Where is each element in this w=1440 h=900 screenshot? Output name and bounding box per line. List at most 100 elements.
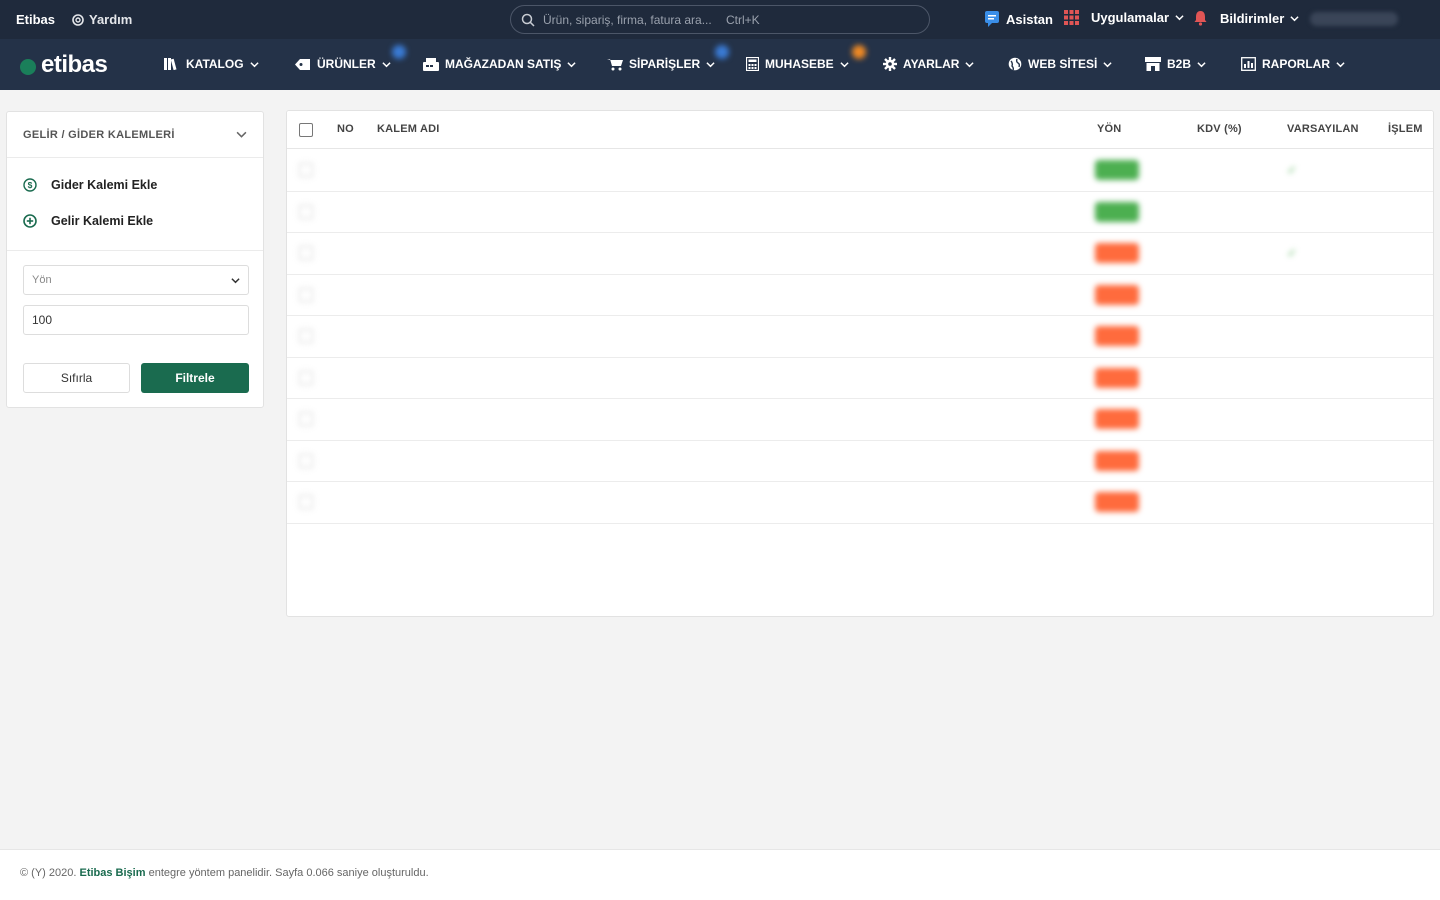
nav-label: ÜRÜNLER: [317, 57, 376, 71]
nav-label: MUHASEBE: [765, 57, 834, 71]
nav-label: SİPARİŞLER: [629, 57, 701, 71]
page-footer: © (Y) 2020. Etibas Bişim entegre yöntem …: [0, 849, 1440, 900]
grid-icon: [1064, 10, 1079, 25]
notifications-menu[interactable]: Bildirimler: [1193, 10, 1299, 26]
orders-badge: [715, 45, 729, 59]
reset-button[interactable]: Sıfırla: [23, 363, 130, 393]
row-checkbox[interactable]: [299, 329, 313, 343]
row-checkbox[interactable]: [299, 370, 313, 385]
brand-link[interactable]: Etibas: [16, 12, 55, 27]
panel-header[interactable]: GELİR / GİDER KALEMLERİ: [7, 112, 263, 158]
table-row[interactable]: [287, 358, 1433, 399]
report-icon: [1241, 57, 1256, 71]
global-search[interactable]: Ctrl+K: [510, 5, 930, 34]
store-icon: [1145, 57, 1161, 71]
footer-suffix: entegre yöntem panelidir. Sayfa 0.066 sa…: [148, 867, 429, 879]
table-row[interactable]: [287, 192, 1433, 233]
nav-store-sales[interactable]: MAĞAZADAN SATIŞ: [423, 57, 577, 71]
table-row[interactable]: [287, 441, 1433, 482]
direction-placeholder: Yön: [32, 274, 52, 286]
row-checkbox[interactable]: [299, 246, 313, 260]
table-header: NO KALEM ADI YÖN KDV (%) VARSAYILAN İŞLE…: [287, 111, 1433, 149]
table-row[interactable]: [287, 316, 1433, 358]
direction-badge: [1095, 450, 1139, 471]
chevron-down-icon: [249, 61, 259, 67]
filter-button[interactable]: Filtrele: [141, 363, 249, 393]
nav-b2b[interactable]: B2B: [1145, 57, 1206, 71]
table-row[interactable]: [287, 482, 1433, 524]
accounting-badge: [852, 45, 866, 59]
logo[interactable]: etibas: [20, 51, 108, 79]
nav-products[interactable]: ÜRÜNLER: [294, 57, 391, 71]
assistant-label: Asistan: [1006, 11, 1053, 27]
search-input[interactable]: [543, 12, 718, 27]
col-action[interactable]: İŞLEM: [1388, 123, 1423, 135]
col-default[interactable]: VARSAYILAN: [1287, 123, 1359, 135]
nav-website[interactable]: WEB SİTESİ: [1008, 57, 1112, 71]
direction-badge: [1095, 326, 1139, 346]
chevron-down-icon: [1197, 61, 1206, 67]
products-badge: [392, 45, 406, 59]
plus-circle-icon: [23, 214, 37, 228]
main-nav: etibas KATALOG ÜRÜNLER MAĞAZADAN SATIŞ S…: [0, 39, 1440, 90]
nav-reports[interactable]: RAPORLAR: [1241, 57, 1345, 71]
nav-label: RAPORLAR: [1262, 57, 1330, 71]
nav-label: WEB SİTESİ: [1028, 57, 1098, 71]
footer-prefix: © (Y) 2020.: [20, 867, 77, 879]
user-menu[interactable]: [1310, 12, 1398, 26]
row-checkbox[interactable]: [299, 495, 313, 509]
chevron-down-icon: [1336, 61, 1345, 67]
tag-icon: [295, 58, 310, 70]
apps-label: Uygulamalar: [1091, 10, 1170, 25]
chevron-down-icon: [231, 277, 240, 283]
calculator-icon: [746, 57, 759, 71]
direction-badge: [1095, 492, 1139, 512]
table-row[interactable]: [287, 275, 1433, 316]
chevron-down-icon: [567, 61, 577, 67]
col-no[interactable]: NO: [337, 123, 354, 135]
chevron-down-icon: [1290, 15, 1299, 21]
direction-badge: [1095, 160, 1139, 180]
table-row[interactable]: [287, 399, 1433, 441]
table-row[interactable]: ✓: [287, 233, 1433, 275]
top-bar: Etibas Yardım Ctrl+K Asistan Uygulamalar…: [0, 0, 1440, 39]
svg-text:$: $: [28, 180, 33, 190]
row-checkbox[interactable]: [299, 287, 313, 302]
nav-orders[interactable]: SİPARİŞLER: [607, 57, 715, 71]
filter-panel: GELİR / GİDER KALEMLERİ $ Gider Kalemi E…: [6, 111, 264, 408]
assistant-button[interactable]: Asistan: [984, 10, 1053, 28]
col-direction[interactable]: YÖN: [1097, 123, 1121, 135]
add-expense-link[interactable]: $ Gider Kalemi Ekle: [23, 178, 157, 192]
footer-text: © (Y) 2020. Etibas Bişim entegre yöntem …: [20, 867, 429, 879]
col-vat[interactable]: KDV (%): [1197, 123, 1242, 135]
nav-accounting[interactable]: MUHASEBE: [746, 57, 849, 71]
row-checkbox[interactable]: [299, 204, 313, 219]
nav-label: AYARLAR: [903, 57, 960, 71]
chevron-down-icon: [706, 61, 715, 67]
dollar-circle-icon: $: [23, 178, 37, 192]
books-icon: [164, 58, 177, 70]
row-checkbox[interactable]: [299, 163, 313, 177]
add-income-link[interactable]: Gelir Kalemi Ekle: [23, 214, 153, 228]
globe-icon: [1008, 57, 1022, 71]
check-icon: ✓: [1287, 163, 1298, 177]
table-row[interactable]: ✓: [287, 150, 1433, 192]
help-link[interactable]: Yardım: [72, 12, 132, 27]
nav-settings[interactable]: AYARLAR: [883, 57, 975, 71]
nav-catalog[interactable]: KATALOG: [164, 57, 259, 71]
check-icon: ✓: [1287, 246, 1298, 260]
direction-badge: [1095, 243, 1139, 263]
row-checkbox[interactable]: [299, 453, 313, 468]
footer-company-link[interactable]: Etibas Bişim: [79, 867, 145, 879]
direction-select[interactable]: Yön: [23, 265, 249, 295]
lifebuoy-icon: [72, 13, 84, 26]
select-all-checkbox[interactable]: [299, 123, 313, 137]
col-name[interactable]: KALEM ADI: [377, 123, 440, 135]
chevron-down-icon: [236, 131, 247, 138]
row-checkbox[interactable]: [299, 412, 313, 426]
direction-badge: [1095, 284, 1139, 305]
chevron-down-icon: [1103, 61, 1112, 67]
apps-menu[interactable]: Uygulamalar: [1064, 10, 1184, 25]
add-expense-label: Gider Kalemi Ekle: [51, 178, 158, 192]
limit-input[interactable]: [23, 305, 249, 335]
